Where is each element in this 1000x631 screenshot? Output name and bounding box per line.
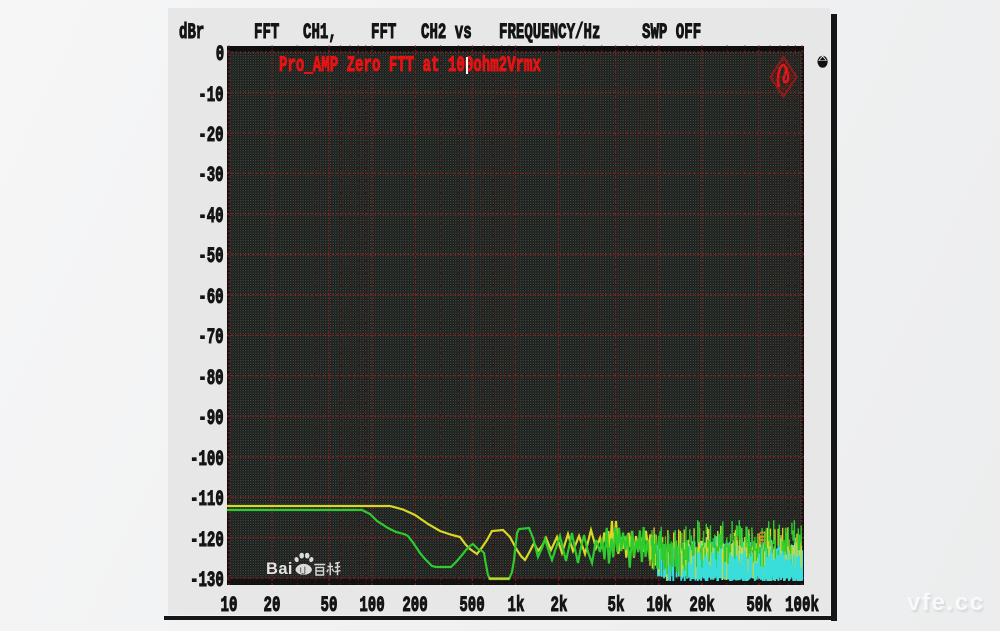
svg-text:oc: oc (755, 531, 769, 545)
svg-text:Bai: Bai (266, 560, 293, 578)
